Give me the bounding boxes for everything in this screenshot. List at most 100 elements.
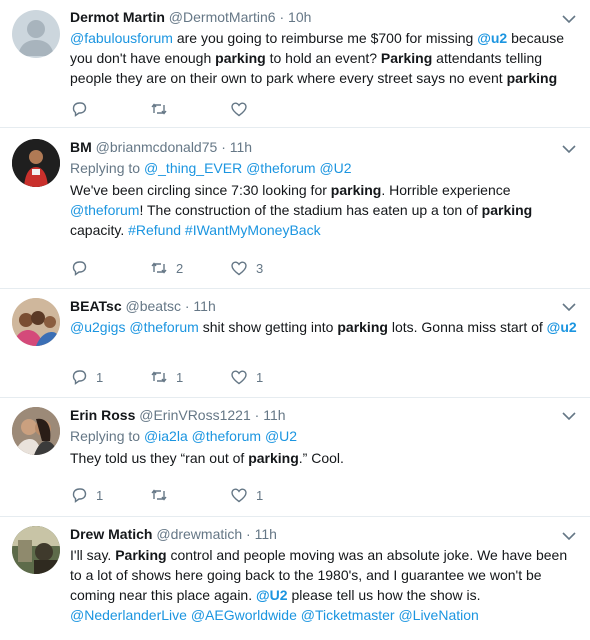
reply-icon <box>72 261 87 276</box>
display-name[interactable]: Drew Matich <box>70 526 152 542</box>
tweet[interactable]: BEATsc @beatsc · 11h @u2gigs @theforum s… <box>0 290 590 398</box>
timestamp[interactable]: 11h <box>230 139 252 155</box>
mention-link[interactable]: @U2 <box>256 587 288 603</box>
like-count: 1 <box>256 369 264 385</box>
mention-link[interactable]: #Refund #IWantMyMoneyBack <box>128 222 320 238</box>
retweet-icon <box>151 371 167 383</box>
like-button[interactable] <box>230 100 310 118</box>
like-button[interactable]: 1 <box>230 486 310 504</box>
tweet-actions: 1 1 1 <box>70 368 310 386</box>
tweet-text: They told us they “ran out of parking.” … <box>70 448 578 468</box>
retweet-button[interactable]: 2 <box>150 259 230 277</box>
timestamp[interactable]: 11h <box>263 407 285 423</box>
tweet-text-segment: I'll say. <box>70 547 116 563</box>
tweet-text-segment: ! The construction of the stadium has ea… <box>139 202 482 218</box>
tweet[interactable]: Erin Ross @ErinVRoss1221 · 11h Replying … <box>0 399 590 517</box>
tweet-actions <box>70 100 310 118</box>
reply-button[interactable]: 1 <box>70 368 150 386</box>
like-button[interactable]: 1 <box>230 368 310 386</box>
tweet-text: @fabulousforum are you going to reimburs… <box>70 28 578 88</box>
tweet-text: I'll say. Parking control and people mov… <box>70 545 578 625</box>
tweet[interactable]: Dermot Martin @DermotMartin6 · 10h @fabu… <box>0 0 590 128</box>
display-name[interactable]: Dermot Martin <box>70 9 165 25</box>
display-name[interactable]: Erin Ross <box>70 407 135 423</box>
retweet-button[interactable]: 1 <box>150 368 230 386</box>
retweet-count: 2 <box>176 260 184 276</box>
like-count: 3 <box>256 260 264 276</box>
keyword-highlight: parking <box>330 182 382 198</box>
tweet-text-segment: please tell us how the show is. <box>287 587 481 603</box>
reply-count: 1 <box>96 369 104 385</box>
keyword-highlight: parking <box>481 202 533 218</box>
replying-to: Replying to @ia2la @theforum @U2 <box>70 426 578 446</box>
user-handle[interactable]: @brianmcdonald75 <box>96 139 218 155</box>
retweet-button[interactable] <box>150 100 230 118</box>
user-handle[interactable]: @DermotMartin6 <box>169 9 276 25</box>
mention-link[interactable]: @u2 <box>477 30 507 46</box>
display-name[interactable]: BEATsc <box>70 298 122 314</box>
replying-to-label: Replying to <box>70 428 144 444</box>
retweet-count: 1 <box>176 369 184 385</box>
mention-link[interactable]: @fabulousforum <box>70 30 173 46</box>
tweet-text-segment: . Horrible experience <box>381 182 511 198</box>
reply-count: 1 <box>96 487 104 503</box>
like-icon <box>231 102 247 117</box>
separator-dot: · <box>221 139 226 155</box>
tweet[interactable]: BM @brianmcdonald75 · 11h Replying to @_… <box>0 129 590 289</box>
user-handle[interactable]: @drewmatich <box>156 526 242 542</box>
retweet-icon <box>151 489 167 501</box>
mention-link[interactable]: @u2gigs @theforum <box>70 319 199 335</box>
like-count: 1 <box>256 487 264 503</box>
user-handle[interactable]: @ErinVRoss1221 <box>139 407 251 423</box>
chevron-down-icon[interactable] <box>562 411 576 421</box>
timestamp[interactable]: 10h <box>288 9 311 25</box>
chevron-down-icon[interactable] <box>562 14 576 24</box>
avatar[interactable] <box>12 526 60 574</box>
separator-dot: · <box>254 407 260 423</box>
user-handle[interactable]: @beatsc <box>126 298 181 314</box>
replying-to-mentions[interactable]: @_thing_EVER @theforum @U2 <box>144 160 352 176</box>
chevron-down-icon[interactable] <box>562 302 576 312</box>
avatar[interactable] <box>12 10 60 58</box>
reply-icon <box>72 102 87 117</box>
replying-to-mentions[interactable]: @ia2la @theforum @U2 <box>144 428 297 444</box>
mention-link[interactable]: @u2 <box>547 319 577 335</box>
tweet-text-segment: lots. Gonna miss start of <box>387 319 547 335</box>
tweet-header: Erin Ross @ErinVRoss1221 · 11h <box>70 406 578 424</box>
keyword-highlight: Parking <box>380 50 433 66</box>
separator-dot: · <box>279 9 285 25</box>
timestamp[interactable]: 11h <box>255 526 277 542</box>
avatar[interactable] <box>12 407 60 455</box>
separator-dot: · <box>246 526 251 542</box>
tweet-text-segment: shit show getting into <box>198 319 338 335</box>
keyword-highlight: parking <box>248 450 299 466</box>
like-button[interactable]: 3 <box>230 259 310 277</box>
display-name[interactable]: BM <box>70 139 92 155</box>
retweet-icon <box>151 262 167 274</box>
reply-button[interactable]: 1 <box>70 486 150 504</box>
chevron-down-icon[interactable] <box>562 144 576 154</box>
reply-button[interactable] <box>70 259 150 277</box>
mention-link[interactable]: @theforum <box>70 202 139 218</box>
tweet-text-segment: We've been circling since 7:30 looking f… <box>70 182 331 198</box>
reply-button[interactable] <box>70 100 150 118</box>
chevron-down-icon[interactable] <box>562 531 576 541</box>
like-icon <box>231 261 247 276</box>
tweet-actions: 1 1 <box>70 486 310 504</box>
keyword-highlight: parking <box>337 319 388 335</box>
tweet-actions: 2 3 <box>70 259 310 277</box>
retweet-button[interactable] <box>150 486 230 504</box>
tweet-text-segment: are you going to reimburse me $700 for m… <box>172 30 478 46</box>
tweet-text-segment: They told us they “ran out of <box>70 450 249 466</box>
keyword-highlight: Parking <box>115 547 167 563</box>
mention-link[interactable]: @NederlanderLive @AEGworldwide @Ticketma… <box>70 607 479 623</box>
timestamp[interactable]: 11h <box>193 298 215 314</box>
tweet[interactable]: Drew Matich @drewmatich · 11h I'll say. … <box>0 518 590 640</box>
replying-to: Replying to @_thing_EVER @theforum @U2 <box>70 158 578 178</box>
tweet-text: @u2gigs @theforum shit show getting into… <box>70 317 578 337</box>
tweet-feed: Dermot Martin @DermotMartin6 · 10h @fabu… <box>0 0 590 640</box>
tweet-header: Dermot Martin @DermotMartin6 · 10h <box>70 8 578 26</box>
avatar[interactable] <box>12 139 60 187</box>
avatar[interactable] <box>12 298 60 346</box>
like-icon <box>231 488 247 503</box>
